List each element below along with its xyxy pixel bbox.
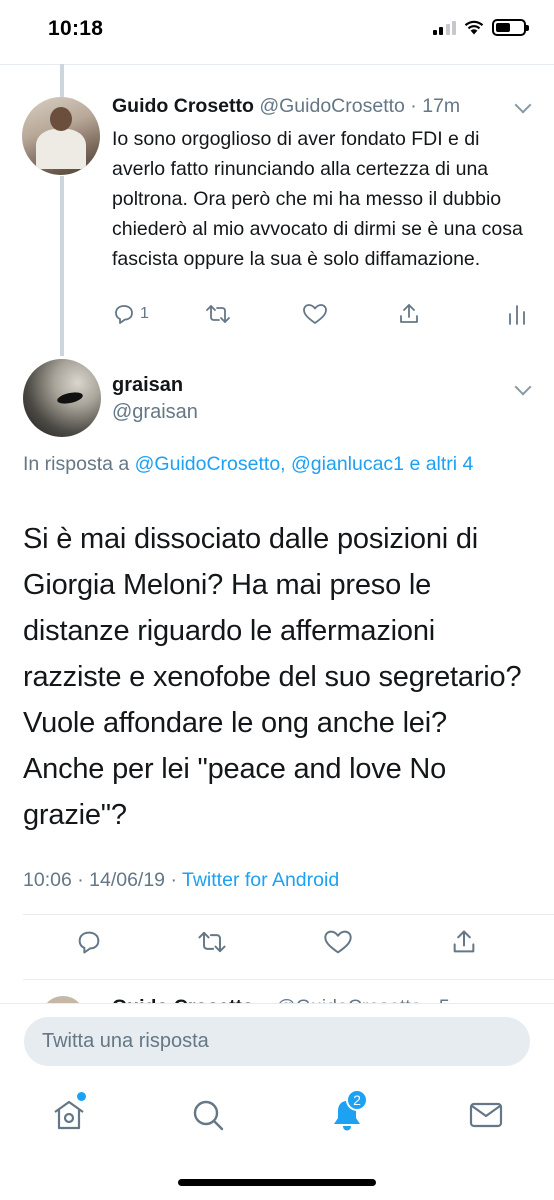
analytics-icon [509, 305, 525, 325]
reply-mentions-link[interactable]: @GuidoCrosetto, @gianlucac1 e altri 4 [135, 453, 474, 475]
tweet-source-link[interactable]: Twitter for Android [182, 869, 339, 891]
divider [23, 914, 554, 915]
tweet-timestamp: 10:06 · 14/06/19 · [23, 869, 183, 891]
avatar-guido-crosetto[interactable] [22, 97, 100, 175]
tweet-age: 17m [422, 95, 461, 117]
reply-icon [115, 305, 133, 324]
thread-line [60, 176, 64, 356]
reply-button[interactable]: 1 [112, 302, 149, 326]
cellular-signal-icon [432, 20, 456, 35]
chevron-down-icon[interactable] [514, 96, 532, 114]
share-button[interactable] [450, 928, 478, 961]
retweet-icon [206, 305, 230, 323]
tweet-meta: 10:06 · 14/06/19 · Twitter for Android [23, 869, 339, 892]
avatar-graisan[interactable] [23, 359, 101, 437]
analytics-button[interactable] [506, 302, 528, 326]
chevron-down-icon[interactable] [514, 378, 532, 396]
tab-home[interactable] [49, 1092, 89, 1135]
author-handle[interactable]: @graisan [112, 401, 198, 424]
reply-button[interactable] [75, 928, 103, 961]
status-time: 10:18 [48, 17, 104, 40]
like-button[interactable] [302, 302, 328, 326]
share-button[interactable] [397, 302, 421, 326]
messages-icon [469, 1102, 503, 1128]
author-name[interactable]: graisan [112, 374, 183, 397]
heart-icon [303, 304, 327, 324]
thread-line [60, 64, 64, 97]
author-handle[interactable]: @GuidoCrosetto [259, 95, 405, 117]
notifications-badge: 2 [346, 1089, 368, 1111]
battery-icon [492, 19, 529, 36]
divider [23, 979, 554, 980]
tweet-text: Si è mai dissociato dalle posizioni di G… [23, 523, 522, 831]
search-icon [193, 1100, 224, 1131]
tab-search[interactable] [188, 1095, 228, 1135]
share-icon [400, 304, 418, 323]
tab-notifications[interactable]: 2 [327, 1089, 368, 1135]
reply-context: In risposta a @GuidoCrosetto, @gianlucac… [23, 450, 533, 479]
tweet-text: Io sono orgoglioso di aver fondato FDI e… [112, 128, 523, 270]
home-indicator[interactable] [178, 1179, 376, 1186]
like-button[interactable] [323, 928, 353, 961]
author-name[interactable]: Guido Crosetto [112, 95, 254, 117]
retweet-button[interactable] [196, 928, 228, 961]
status-icons [432, 19, 529, 36]
tweet-actions [0, 928, 554, 964]
home-new-indicator [77, 1092, 86, 1101]
share-icon [453, 930, 475, 953]
tweet-header: Guido Crosetto @GuidoCrosetto · 17m [112, 95, 460, 118]
tweet-actions: 1 [112, 302, 532, 332]
reply-prefix: In risposta a [23, 453, 135, 475]
status-bar: 10:18 [0, 0, 554, 64]
reply-input[interactable] [24, 1017, 530, 1066]
retweet-icon [198, 931, 226, 953]
home-icon [54, 1100, 84, 1130]
wifi-icon [464, 20, 484, 35]
heart-icon [324, 930, 352, 954]
separator: · [404, 95, 423, 117]
reply-count: 1 [140, 305, 149, 322]
header-divider [0, 64, 554, 65]
tab-messages[interactable] [466, 1095, 506, 1135]
reply-bar [0, 1003, 554, 1083]
reply-icon [78, 931, 100, 954]
retweet-button[interactable] [204, 302, 232, 326]
